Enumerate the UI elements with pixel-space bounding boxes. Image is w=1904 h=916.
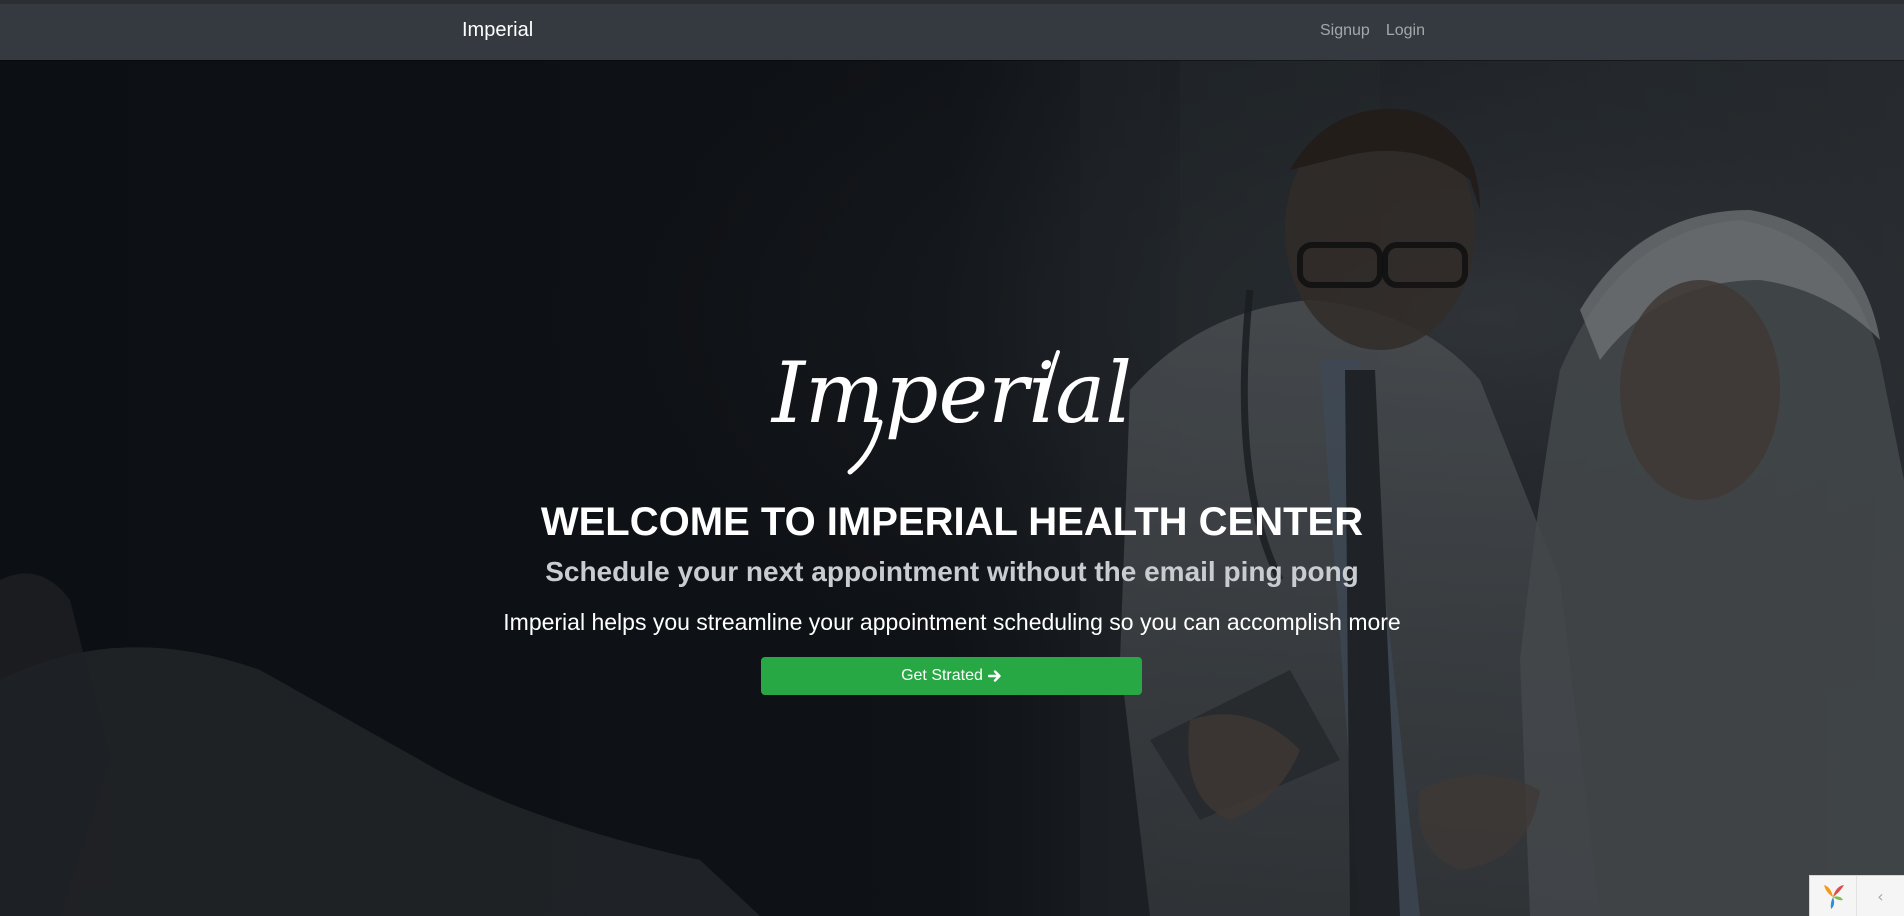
arrow-right-icon <box>987 670 1001 682</box>
hero-section: Imperial WELCOME TO IMPERIAL HEALTH CENT… <box>0 60 1904 916</box>
navbar-brand[interactable]: Imperial <box>462 19 533 42</box>
hero-headline: WELCOME TO IMPERIAL HEALTH CENTER <box>540 500 1364 544</box>
logo-script-text: Imperial <box>770 344 1132 442</box>
signup-link[interactable]: Signup <box>1320 22 1370 40</box>
nav-links: Signup Login <box>1320 22 1425 40</box>
page: Imperial Signup Login Imperial WELCOME T… <box>0 0 1904 916</box>
get-started-label: Get Strated <box>901 667 983 684</box>
hero-background-image <box>0 60 1904 916</box>
debug-toolbar: ‹ <box>1809 875 1904 916</box>
get-started-button[interactable]: Get Strated <box>761 657 1142 695</box>
hero-subheadline: Schedule your next appointment without t… <box>545 556 1359 587</box>
imperial-script-logo: Imperial <box>770 344 1132 475</box>
chevron-left-icon[interactable]: ‹ <box>1857 887 1904 906</box>
navbar: Imperial Signup Login <box>0 4 1904 60</box>
yii-logo-icon[interactable] <box>1810 876 1857 916</box>
login-link[interactable]: Login <box>1386 22 1425 40</box>
hero-tagline: Imperial helps you streamline your appoi… <box>503 609 1401 635</box>
hero-logo: Imperial <box>0 340 1904 485</box>
